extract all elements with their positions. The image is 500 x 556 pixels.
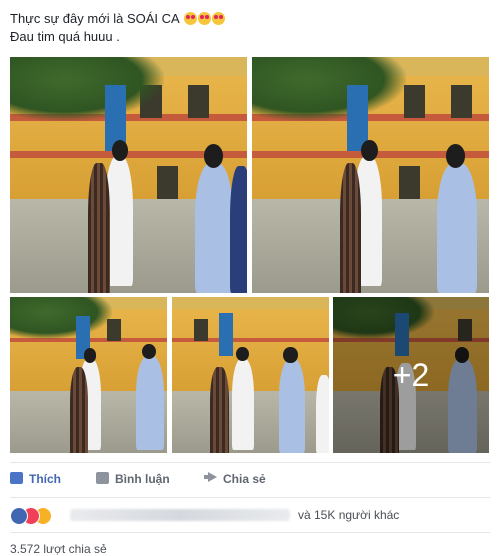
divider-middle xyxy=(10,497,490,498)
like-label: Thích xyxy=(29,472,61,486)
heart-eyes-emoji-icon xyxy=(211,12,225,25)
post-photo-2[interactable] xyxy=(252,57,489,293)
post-photo-4[interactable] xyxy=(172,297,329,453)
like-reaction-icon xyxy=(10,507,28,525)
share-arrow-icon xyxy=(204,472,217,484)
caption-line-2: Đau tim quá huuu . xyxy=(10,29,120,44)
facebook-post: Thực sự đây mới là SOÁI CA Đau tim quá h… xyxy=(0,0,500,556)
comment-button[interactable]: Bình luận xyxy=(96,472,170,486)
reaction-count-text[interactable]: và 15K người khác xyxy=(298,508,399,522)
blurred-reactor-names xyxy=(70,509,290,521)
heart-eyes-emoji-icon xyxy=(183,12,197,25)
post-caption: Thực sự đây mới là SOÁI CA Đau tim quá h… xyxy=(10,10,225,46)
share-label: Chia sẻ xyxy=(223,472,266,486)
thumbs-up-icon xyxy=(10,472,23,484)
divider-bottom xyxy=(10,532,490,533)
post-photo-3[interactable] xyxy=(10,297,167,453)
comment-label: Bình luận xyxy=(115,472,170,486)
share-button[interactable]: Chia sẻ xyxy=(204,472,266,486)
heart-eyes-emoji-icon xyxy=(197,12,211,25)
comment-icon xyxy=(96,472,109,484)
post-photo-1[interactable] xyxy=(10,57,247,293)
reaction-summary[interactable]: và 15K người khác xyxy=(10,506,490,525)
more-photos-overlay[interactable]: +2 xyxy=(333,297,489,453)
share-count[interactable]: 3.572 lượt chia sẻ xyxy=(10,542,107,556)
divider-top xyxy=(10,462,490,463)
post-action-bar: Thích Bình luận Chia sẻ xyxy=(10,468,490,494)
caption-line-1: Thực sự đây mới là SOÁI CA xyxy=(10,11,179,26)
like-button[interactable]: Thích xyxy=(10,472,61,486)
post-photo-5-more[interactable]: +2 xyxy=(333,297,489,453)
